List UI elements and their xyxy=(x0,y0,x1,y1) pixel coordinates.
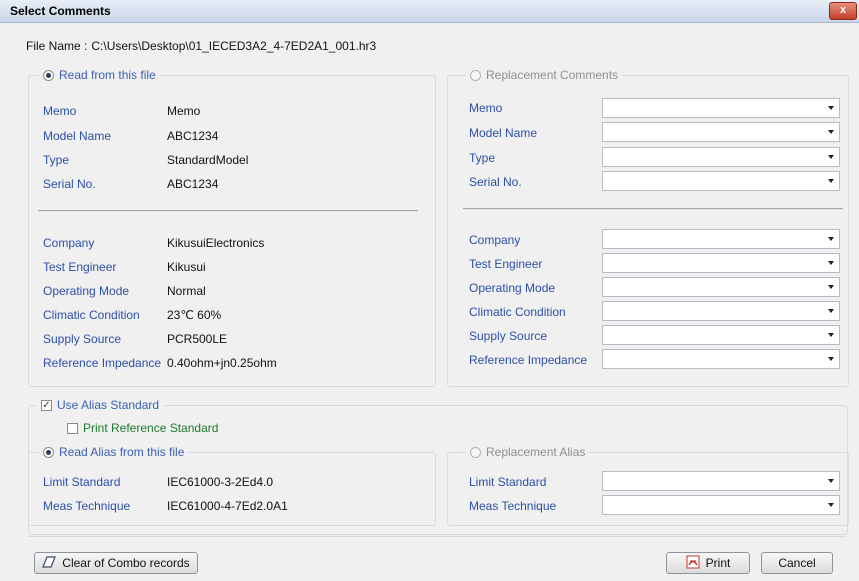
replace-serial-no-label: Serial No. xyxy=(469,175,522,189)
replacement-alias-radio[interactable] xyxy=(470,446,481,458)
use-alias-standard-checkbox[interactable]: ✓ xyxy=(41,399,52,411)
print-button[interactable]: Print xyxy=(666,552,750,574)
replace-reference-impedance-label: Reference Impedance xyxy=(469,353,588,367)
chevron-down-icon xyxy=(828,179,834,183)
read-supply-source-label: Supply Source xyxy=(43,332,122,346)
replace-supply-source-combo[interactable] xyxy=(602,325,840,345)
select-comments-dialog: Select Comments x File Name : C:\Users\De… xyxy=(0,0,859,581)
chevron-down-icon xyxy=(828,285,834,289)
read-test-engineer-label: Test Engineer xyxy=(43,260,117,274)
replace-limit-standard-label: Limit Standard xyxy=(469,475,547,489)
replace-test-engineer-combo[interactable] xyxy=(602,253,840,273)
replace-memo-combo[interactable] xyxy=(602,98,840,118)
read-climatic-condition-label: Climatic Condition xyxy=(43,308,140,322)
read-serial-no-value: ABC1234 xyxy=(167,177,219,191)
read-alias-radio[interactable] xyxy=(43,446,54,458)
replace-type-label: Type xyxy=(469,151,496,165)
print-label: Print xyxy=(705,556,731,570)
file-name-row: File Name : C:\Users\Desktop\01_IECED3A2_… xyxy=(26,39,380,53)
use-alias-standard-toggle[interactable]: ✓ Use Alias Standard xyxy=(37,398,164,412)
replacement-comments-legend[interactable]: Replacement Comments xyxy=(466,68,623,82)
read-supply-source-value: PCR500LE xyxy=(167,332,228,346)
cancel-label: Cancel xyxy=(778,556,816,570)
read-operating-mode-label: Operating Mode xyxy=(43,284,130,298)
replace-reference-impedance-combo[interactable] xyxy=(602,349,840,369)
title-bar: Select Comments x xyxy=(0,0,859,23)
read-meas-technique-value: IEC61000-4-7Ed2.0A1 xyxy=(167,499,288,513)
replacement-comments-label: Replacement Comments xyxy=(486,68,619,82)
replace-supply-source-label: Supply Source xyxy=(469,329,548,343)
chevron-down-icon xyxy=(828,479,834,483)
read-alias-group: Read Alias from this file xyxy=(28,445,436,526)
replace-climatic-condition-combo[interactable] xyxy=(602,301,840,321)
read-climatic-condition-value: 23℃ 60% xyxy=(167,308,222,322)
file-name-label: File Name : xyxy=(26,39,88,53)
eraser-icon xyxy=(42,555,57,571)
read-operating-mode-value: Normal xyxy=(167,284,206,298)
replacement-alias-label: Replacement Alias xyxy=(486,445,586,459)
read-memo-value: Memo xyxy=(167,104,201,118)
chevron-down-icon xyxy=(828,155,834,159)
chevron-down-icon xyxy=(828,309,834,313)
read-serial-no-label: Serial No. xyxy=(43,177,96,191)
replacement-comments-radio[interactable] xyxy=(470,69,481,81)
print-reference-standard-toggle[interactable]: Print Reference Standard xyxy=(67,421,218,435)
use-alias-standard-label: Use Alias Standard xyxy=(57,398,160,412)
bottom-divider xyxy=(28,536,846,537)
chevron-down-icon xyxy=(828,357,834,361)
read-limit-standard-label: Limit Standard xyxy=(43,475,121,489)
read-model-name-value: ABC1234 xyxy=(167,129,219,143)
read-company-label: Company xyxy=(43,236,95,250)
read-reference-impedance-value: 0.40ohm+jn0.25ohm xyxy=(167,356,277,370)
replace-model-name-label: Model Name xyxy=(469,126,538,140)
pdf-icon xyxy=(686,555,700,572)
replace-operating-mode-label: Operating Mode xyxy=(469,281,556,295)
read-limit-standard-value: IEC61000-3-2Ed4.0 xyxy=(167,475,274,489)
replace-serial-no-combo[interactable] xyxy=(602,171,840,191)
replace-limit-standard-combo[interactable] xyxy=(602,471,840,491)
replace-climatic-condition-label: Climatic Condition xyxy=(469,305,566,319)
replace-operating-mode-combo[interactable] xyxy=(602,277,840,297)
print-reference-standard-checkbox[interactable] xyxy=(67,422,78,434)
read-from-file-radio[interactable] xyxy=(43,69,54,81)
replace-separator xyxy=(463,208,843,210)
read-alias-legend[interactable]: Read Alias from this file xyxy=(39,445,189,459)
read-company-value: KikusuiElectronics xyxy=(167,236,265,250)
close-button[interactable]: x xyxy=(829,2,857,20)
print-reference-standard-label: Print Reference Standard xyxy=(83,421,219,435)
replace-company-label: Company xyxy=(469,233,521,247)
replace-meas-technique-combo[interactable] xyxy=(602,495,840,515)
replace-type-combo[interactable] xyxy=(602,147,840,167)
cancel-button[interactable]: Cancel xyxy=(761,552,833,574)
chevron-down-icon xyxy=(828,106,834,110)
chevron-down-icon xyxy=(828,261,834,265)
file-name-path: C:\Users\Desktop\01_IECED3A2_4-7ED2A1_00… xyxy=(91,39,377,53)
replacement-alias-legend[interactable]: Replacement Alias xyxy=(466,445,590,459)
read-from-file-label: Read from this file xyxy=(59,68,156,82)
read-type-value: StandardModel xyxy=(167,153,249,167)
read-meas-technique-label: Meas Technique xyxy=(43,499,131,513)
read-test-engineer-value: Kikusui xyxy=(167,260,206,274)
read-model-name-label: Model Name xyxy=(43,129,112,143)
replace-memo-label: Memo xyxy=(469,101,503,115)
replace-meas-technique-label: Meas Technique xyxy=(469,499,557,513)
window-title: Select Comments xyxy=(10,4,111,18)
read-reference-impedance-label: Reference Impedance xyxy=(43,356,162,370)
read-memo-label: Memo xyxy=(43,104,77,118)
chevron-down-icon xyxy=(828,130,834,134)
replace-model-name-combo[interactable] xyxy=(602,122,840,142)
clear-combo-records-label: Clear of Combo records xyxy=(62,556,190,570)
chevron-down-icon xyxy=(828,503,834,507)
close-icon: x xyxy=(839,4,847,16)
read-from-file-legend[interactable]: Read from this file xyxy=(39,68,160,82)
read-alias-label: Read Alias from this file xyxy=(59,445,185,459)
replace-test-engineer-label: Test Engineer xyxy=(469,257,543,271)
chevron-down-icon xyxy=(828,333,834,337)
replace-company-combo[interactable] xyxy=(602,229,840,249)
chevron-down-icon xyxy=(828,237,834,241)
read-separator xyxy=(38,210,418,212)
clear-combo-records-button[interactable]: Clear of Combo records xyxy=(34,552,198,574)
read-type-label: Type xyxy=(43,153,70,167)
